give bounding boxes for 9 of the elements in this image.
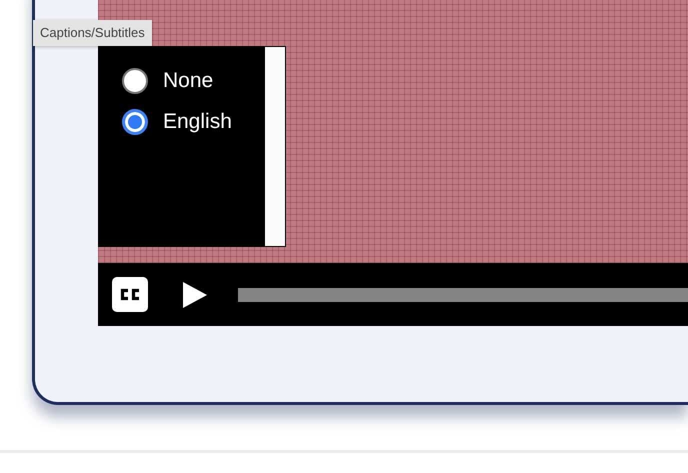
scrollbar[interactable] xyxy=(265,47,285,246)
radio-button[interactable] xyxy=(122,109,148,135)
tooltip: Captions/Subtitles xyxy=(33,20,152,46)
caption-option[interactable]: English xyxy=(122,108,265,136)
captions-icon[interactable] xyxy=(112,277,148,312)
radio-button[interactable] xyxy=(122,68,148,94)
progress-track[interactable] xyxy=(238,288,688,302)
caption-option[interactable]: None xyxy=(122,67,265,95)
play-icon[interactable] xyxy=(182,280,208,308)
